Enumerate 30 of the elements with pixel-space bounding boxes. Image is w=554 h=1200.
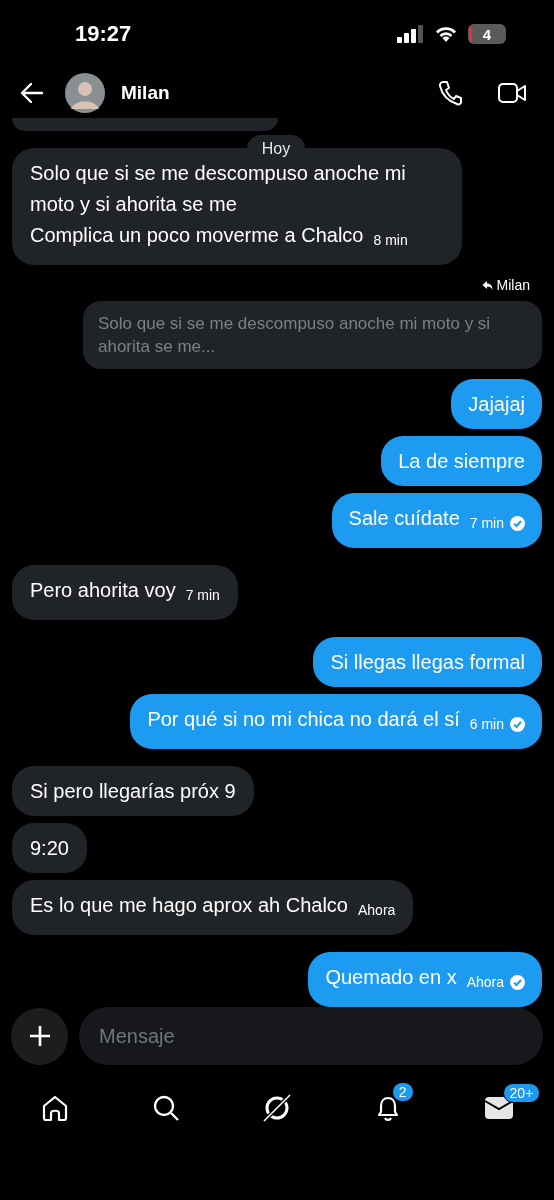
message-bubble: Si pero llegarías próx 9 <box>12 766 254 817</box>
message-bubble: Quemado en x Ahora <box>308 952 542 1008</box>
video-camera-icon[interactable] <box>498 83 526 104</box>
quoted-message[interactable]: Solo que si se me descompuso anoche mi moto y si ahorita se me... <box>83 301 542 370</box>
home-icon[interactable] <box>41 1093 70 1122</box>
contact-name[interactable]: Milan <box>121 82 170 105</box>
message-bubble: Pero ahorita voy 7 min <box>12 565 238 621</box>
message-bubble: Es lo que me hago aprox ah Chalco Ahora <box>12 880 414 936</box>
notification-badge: 2 <box>391 1081 414 1102</box>
message-bubble: Sale cuídate 7 min <box>331 493 542 549</box>
signal-icon <box>397 25 424 44</box>
message-bubble: Si llegas llegas formal <box>313 637 542 688</box>
wifi-icon <box>434 25 458 44</box>
message-bubble: La de siempre <box>381 436 542 487</box>
status-time: 19:27 <box>75 21 132 48</box>
back-arrow-icon[interactable] <box>20 82 44 105</box>
notification-badge: 20+ <box>502 1082 541 1103</box>
message-bubble: Jajajaj <box>451 379 542 430</box>
add-button[interactable] <box>11 1007 68 1065</box>
search-icon[interactable] <box>152 1093 181 1122</box>
slashed-circle-icon[interactable] <box>261 1091 293 1124</box>
reply-arrow-icon <box>481 279 493 291</box>
phone-icon[interactable] <box>438 80 462 107</box>
reply-label: Milan <box>496 277 530 294</box>
avatar[interactable] <box>65 73 105 114</box>
message-bubble: 9:20 <box>12 823 87 874</box>
message-field[interactable]: Mensaje <box>79 1007 543 1066</box>
battery-icon: 4 <box>468 24 506 45</box>
plus-icon <box>28 1025 51 1048</box>
message-bubble: Por qué si no mi chica no dará el sí 6 min <box>130 694 542 750</box>
